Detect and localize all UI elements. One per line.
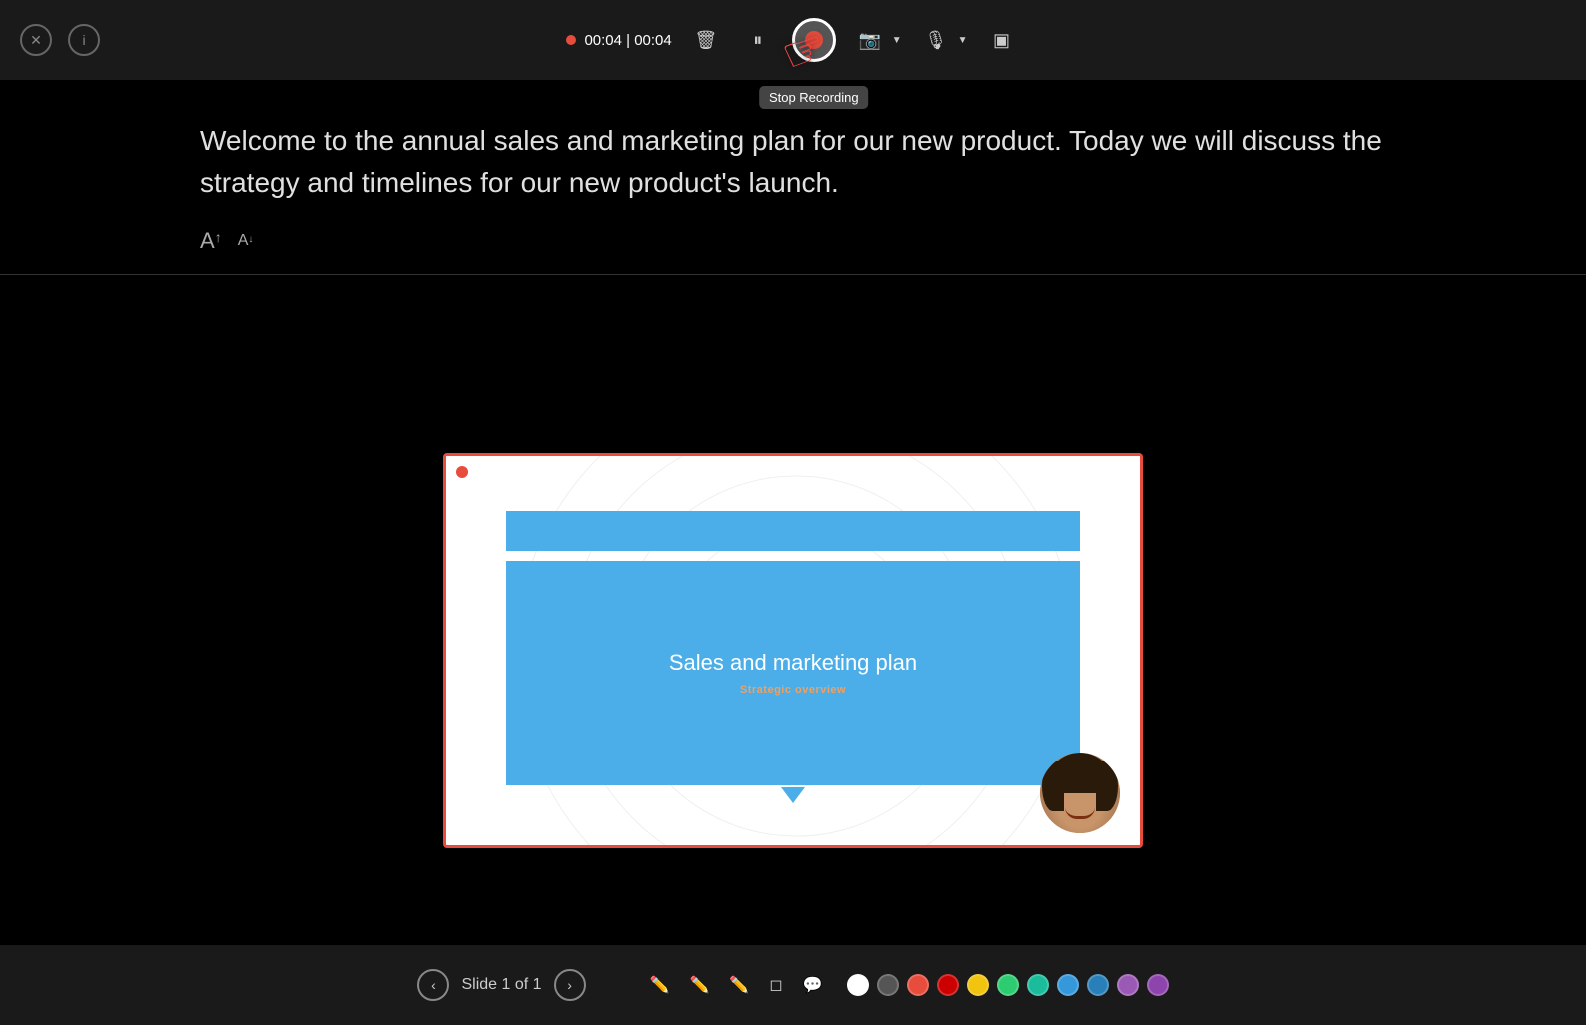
toolbar: ✕ i 00:04 | 00:04 🗑 ⏸ Stop Recording 📷 — [0, 0, 1586, 80]
mic-icon: 🎙 — [924, 30, 947, 51]
notes-text: Welcome to the annual sales and marketin… — [200, 120, 1466, 204]
mic-chevron: ▼ — [958, 35, 968, 46]
info-icon: i — [82, 32, 85, 48]
next-slide-button[interactable]: › — [554, 969, 586, 1001]
prev-arrow-icon: ‹ — [431, 977, 436, 993]
font-decrease-icon: A — [238, 232, 249, 250]
speech-bubble-icon: 💬 — [803, 977, 823, 994]
pen-tool-button[interactable]: ✏️ — [646, 971, 674, 999]
slide-subtitle: Strategic overview — [740, 684, 846, 696]
close-icon: ✕ — [30, 32, 42, 49]
slide-container: Sales and marketing plan Strategic overv… — [443, 453, 1143, 848]
pen-icon: ✏️ — [650, 977, 670, 994]
timer-display: 00:04 | 00:04 — [584, 32, 671, 49]
pause-icon: ⏸ — [753, 30, 762, 51]
color-dark-purple[interactable] — [1147, 974, 1169, 996]
slide-main-title: Sales and marketing plan — [669, 650, 917, 676]
record-btn-inner — [805, 31, 823, 49]
pen2-tool-button[interactable]: ✏️ — [685, 971, 713, 999]
color-blue[interactable] — [1057, 974, 1079, 996]
highlight-icon: ✏️ — [729, 977, 749, 994]
avatar-hair-right — [1096, 761, 1118, 811]
toolbar-left: ✕ i — [20, 24, 100, 56]
prev-slide-button[interactable]: ‹ — [417, 969, 449, 1001]
color-teal[interactable] — [1027, 974, 1049, 996]
eraser-tool-button[interactable]: ◻ — [765, 971, 786, 999]
rec-dot — [566, 35, 576, 45]
toolbar-center: 00:04 | 00:04 🗑 ⏸ Stop Recording 📷 ▼ 🎙 ▼ — [566, 18, 1019, 62]
avatar-smile — [1065, 807, 1095, 819]
close-button[interactable]: ✕ — [20, 24, 52, 56]
color-red[interactable] — [937, 974, 959, 996]
color-palette — [847, 974, 1169, 996]
pen2-icon: ✏️ — [689, 977, 709, 994]
notes-area: Welcome to the annual sales and marketin… — [0, 80, 1586, 274]
font-increase-icon: A — [200, 228, 215, 254]
display-button[interactable]: ▣ — [984, 22, 1020, 58]
slide-main-box: Sales and marketing plan Strategic overv… — [506, 561, 1080, 785]
font-decrease-button[interactable]: A ↓ — [238, 228, 254, 254]
info-button[interactable]: i — [68, 24, 100, 56]
camera-chevron: ▼ — [892, 35, 902, 46]
slide-pointer — [781, 787, 805, 803]
mic-group: 🎙 ▼ — [918, 22, 968, 58]
display-icon: ▣ — [993, 30, 1010, 51]
main-content: Welcome to the annual sales and marketin… — [0, 80, 1586, 1025]
eraser-icon: ◻ — [769, 977, 782, 994]
color-yellow[interactable] — [967, 974, 989, 996]
color-dark-gray[interactable] — [877, 974, 899, 996]
delete-button[interactable]: 🗑 — [688, 22, 724, 58]
slide-background: Sales and marketing plan Strategic overv… — [446, 456, 1140, 845]
font-increase-button[interactable]: A ↑ — [200, 228, 222, 254]
slide-area: Sales and marketing plan Strategic overv… — [0, 275, 1586, 1025]
pause-button[interactable]: ⏸ — [740, 22, 776, 58]
color-blue-dark[interactable] — [1087, 974, 1109, 996]
color-green-light[interactable] — [997, 974, 1019, 996]
speech-bubble-tool-button[interactable]: 💬 — [799, 971, 827, 999]
slide-avatar — [1040, 753, 1120, 833]
color-purple[interactable] — [1117, 974, 1139, 996]
font-controls: A ↑ A ↓ — [200, 228, 1466, 254]
avatar-face — [1040, 753, 1120, 833]
slide-title-bar — [506, 511, 1080, 551]
camera-group: 📷 ▼ — [852, 22, 902, 58]
camera-button[interactable]: 📷 — [852, 22, 888, 58]
record-btn-wrapper: Stop Recording — [792, 18, 836, 62]
drawing-tools: ✏️ ✏️ ✏️ ◻ 💬 — [646, 971, 1169, 999]
slide-nav: ‹ Slide 1 of 1 › — [417, 969, 585, 1001]
recording-indicator: 00:04 | 00:04 — [566, 32, 671, 49]
camera-icon: 📷 — [859, 30, 881, 51]
color-white[interactable] — [847, 974, 869, 996]
slide-label: Slide 1 of 1 — [461, 976, 541, 994]
color-red-orange[interactable] — [907, 974, 929, 996]
slide-recording-dot — [456, 466, 468, 478]
mic-button[interactable]: 🎙 — [918, 22, 954, 58]
highlight-tool-button[interactable]: ✏️ — [725, 971, 753, 999]
bottom-bar: ‹ Slide 1 of 1 › ✏️ ✏️ ✏️ ◻ 💬 — [0, 945, 1586, 1025]
delete-icon: 🗑 — [694, 30, 717, 51]
avatar-hair-left — [1042, 761, 1064, 811]
stop-record-button[interactable] — [792, 18, 836, 62]
tooltip: Stop Recording — [759, 86, 869, 109]
next-arrow-icon: › — [567, 977, 572, 993]
